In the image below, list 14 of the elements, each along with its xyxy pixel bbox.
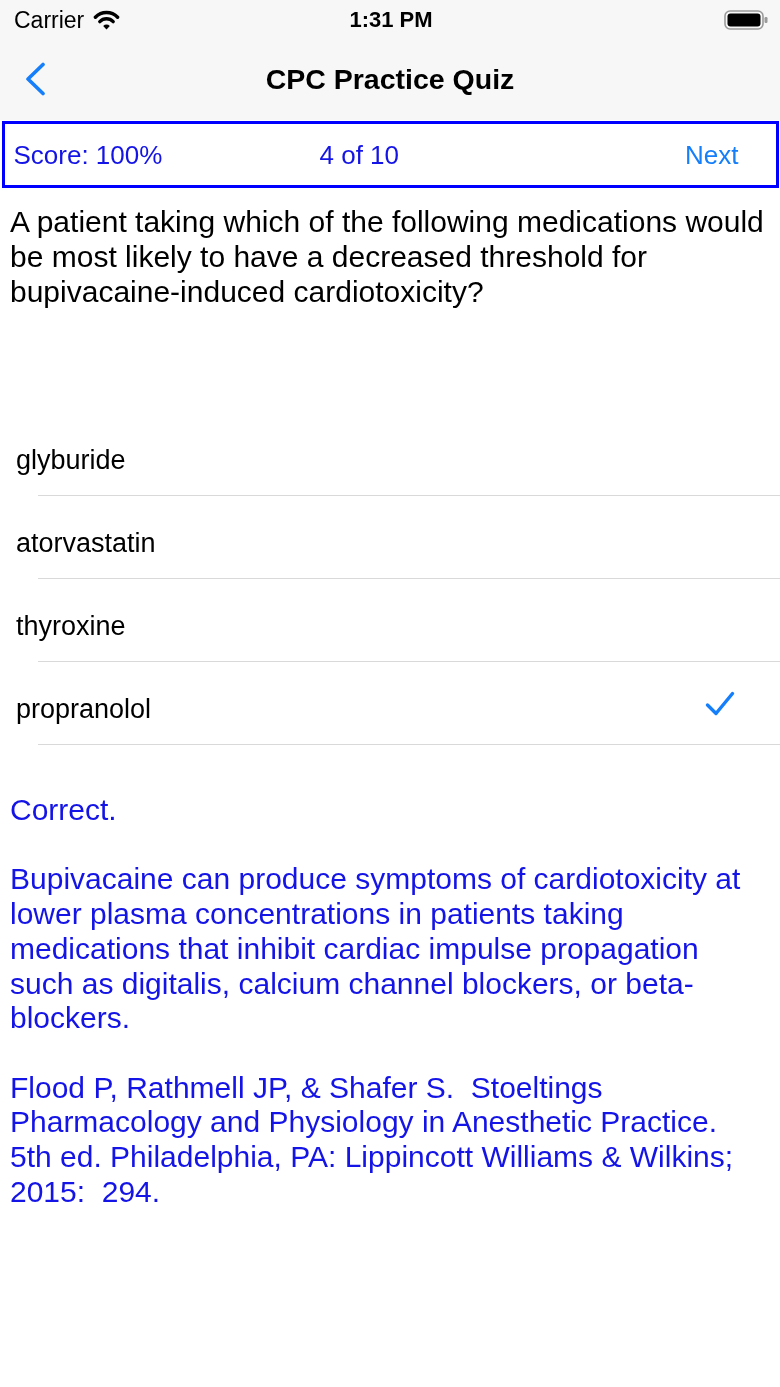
wifi-icon	[93, 10, 121, 30]
question-counter: 4 of 10	[319, 139, 399, 170]
explanation-text: Bupivacaine can produce symptoms of cardiotoxicity at lower plasma concentrations in patients taking medications that inhibit cardiac impulse propagation such as digitalis, calcium channel blockers, or beta-blockers.	[10, 862, 742, 1036]
chevron-left-icon	[24, 62, 46, 96]
screen-title: CPC Practice Quiz	[265, 62, 515, 96]
back-button[interactable]	[24, 62, 46, 96]
next-button[interactable]: Next	[685, 139, 739, 170]
carrier-label: Carrier	[14, 7, 85, 33]
question-text: A patient taking which of the following medications would be most likely to have a decreased threshold for bupivacaine-induced cardiotoxicity?	[10, 203, 765, 309]
result-message: Correct.	[10, 793, 118, 828]
status-time: 1:31 PM	[349, 7, 433, 33]
reference-citation: Flood P, Rathmell JP, & Shafer S. Stoeltings Pharmacology and Physiology in Anesthetic Practice. 5th ed. Philadelphia, PA: Lippincott Williams & Wilkins; 2015: 294.	[10, 1070, 735, 1210]
score-label: Score: 100%	[13, 139, 163, 170]
battery-icon	[724, 10, 768, 30]
